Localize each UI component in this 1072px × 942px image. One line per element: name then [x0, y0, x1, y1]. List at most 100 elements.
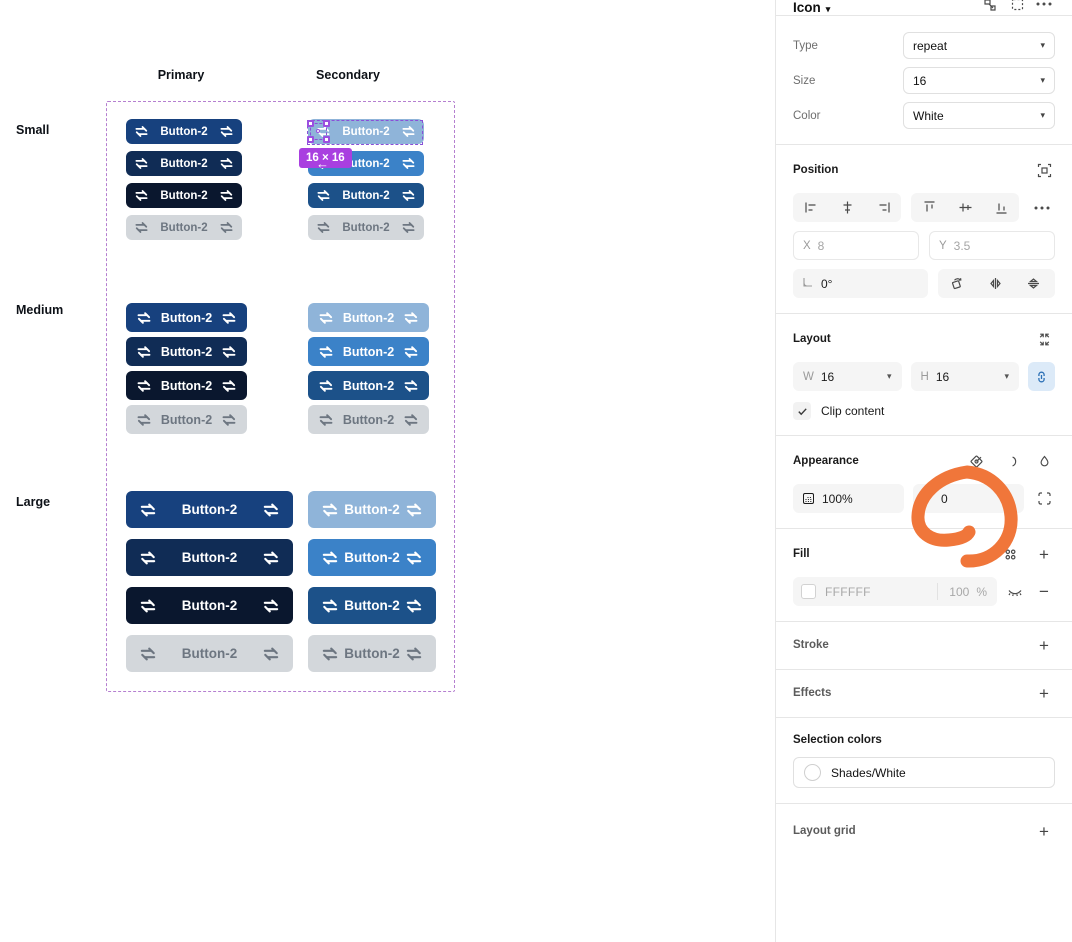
button-variant[interactable]: Button-2 — [126, 183, 242, 208]
vertical-align-group[interactable] — [911, 193, 1019, 222]
button-variant[interactable]: Button-2 — [308, 405, 429, 434]
icon-type-value: repeat — [913, 38, 948, 53]
selection-color-swatch[interactable] — [804, 764, 821, 781]
repeat-icon — [401, 188, 416, 203]
absolute-position-icon[interactable] — [1033, 159, 1055, 181]
fill-swatch[interactable] — [801, 584, 816, 599]
selection-handle-tl[interactable] — [307, 120, 314, 127]
button-variant[interactable]: Button-2 — [308, 491, 436, 528]
blend-mode-icon[interactable] — [965, 450, 987, 472]
repeat-icon — [136, 378, 152, 394]
button-variant[interactable]: Button-2 — [126, 151, 242, 176]
align-left-icon[interactable] — [793, 193, 829, 222]
icon-size-row: Size 16 ▾ — [793, 67, 1055, 94]
clip-content-checkbox[interactable] — [793, 402, 811, 420]
repeat-icon — [318, 310, 334, 326]
repeat-icon — [403, 310, 419, 326]
button-label: Button-2 — [342, 125, 390, 138]
add-fill-button[interactable]: + — [1033, 543, 1055, 565]
repeat-icon — [221, 412, 237, 428]
add-effect-button[interactable]: + — [1033, 682, 1055, 704]
button-variant[interactable]: Button-2 — [308, 635, 436, 672]
panel-title-group[interactable]: Icon ▾ — [793, 0, 830, 15]
fill-entry-row: FFFFFF 100 % − — [793, 577, 1055, 606]
button-variant[interactable]: Button-2 — [308, 371, 429, 400]
y-position-input[interactable]: Y 3.5 — [929, 231, 1055, 260]
align-bottom-icon[interactable] — [983, 193, 1019, 222]
add-layout-grid-button[interactable]: + — [1033, 820, 1055, 842]
dotted-frame-icon[interactable] — [1006, 0, 1028, 15]
selection-handle-tr[interactable] — [323, 120, 330, 127]
drop-shadow-icon[interactable] — [1033, 450, 1055, 472]
selection-handle-bl[interactable] — [307, 136, 314, 143]
button-variant[interactable]: Button-2 — [126, 371, 247, 400]
selection-color-item[interactable]: Shades/White — [793, 757, 1055, 788]
width-input[interactable]: W 16 ▾ — [793, 362, 902, 391]
eye-off-icon[interactable] — [1004, 581, 1026, 603]
button-variant[interactable]: Button-2 — [126, 337, 247, 366]
button-label: Button-2 — [342, 221, 390, 234]
transform-group[interactable] — [938, 269, 1055, 298]
align-horizontal-center-icon[interactable] — [829, 193, 865, 222]
icon-color-row: Color White ▾ — [793, 102, 1055, 129]
icon-color-select[interactable]: White ▾ — [903, 102, 1055, 129]
button-label: Button-2 — [344, 598, 400, 613]
design-canvas[interactable]: Primary Secondary Small Medium Large But… — [0, 0, 775, 942]
button-label: Button-2 — [160, 412, 213, 427]
button-variant[interactable]: Button-2 — [308, 539, 436, 576]
repeat-icon — [262, 597, 280, 615]
button-variant[interactable]: Button-2 — [126, 119, 242, 144]
align-top-icon[interactable] — [911, 193, 947, 222]
rotate-icon[interactable] — [938, 269, 976, 298]
stroke-section: Stroke + — [776, 622, 1072, 670]
remove-fill-button[interactable]: − — [1033, 581, 1055, 603]
selection-handle-br[interactable] — [323, 136, 330, 143]
height-input[interactable]: H 16 ▾ — [910, 362, 1019, 391]
rotation-input[interactable]: 0° — [793, 269, 928, 298]
repeat-icon — [219, 188, 234, 203]
icon-size-select[interactable]: 16 ▾ — [903, 67, 1055, 94]
clip-content-row[interactable]: Clip content — [793, 402, 1055, 420]
button-variant[interactable]: Button-2 — [126, 635, 293, 672]
more-options-icon[interactable] — [1033, 0, 1055, 15]
button-variant[interactable]: Button-2 — [126, 215, 242, 240]
flip-horizontal-icon[interactable] — [976, 269, 1014, 298]
position-more-icon[interactable] — [1029, 197, 1055, 219]
styles-grid-icon[interactable] — [999, 543, 1021, 565]
button-variant[interactable]: Button-2 — [308, 303, 429, 332]
flip-vertical-icon[interactable] — [1014, 269, 1052, 298]
align-vertical-center-icon[interactable] — [947, 193, 983, 222]
repeat-icon — [321, 645, 339, 663]
icon-type-select[interactable]: repeat ▾ — [903, 32, 1055, 59]
component-instance-icon[interactable] — [979, 0, 1001, 15]
horizontal-align-group[interactable] — [793, 193, 901, 222]
collapse-to-fit-icon[interactable] — [1033, 328, 1055, 350]
chevron-down-icon[interactable]: ▾ — [1004, 371, 1019, 382]
button-variant[interactable]: Button-2 — [308, 215, 424, 240]
opacity-input[interactable]: 100% — [793, 484, 904, 513]
button-variant[interactable]: Button-2 — [308, 337, 429, 366]
repeat-icon — [219, 156, 234, 171]
chevron-down-icon[interactable]: ▾ — [826, 4, 831, 15]
button-variant[interactable]: Button-2 — [308, 587, 436, 624]
button-variant[interactable]: Button-2 — [126, 539, 293, 576]
add-stroke-button[interactable]: + — [1033, 634, 1055, 656]
chevron-down-icon[interactable]: ▾ — [887, 371, 902, 382]
button-variant[interactable]: Button-2 — [126, 587, 293, 624]
fill-color-input[interactable]: FFFFFF 100 % — [793, 577, 997, 606]
icon-size-label: Size — [793, 74, 816, 87]
x-position-input[interactable]: X 8 — [793, 231, 919, 260]
repeat-icon — [221, 378, 237, 394]
repeat-icon — [405, 549, 423, 567]
button-variant[interactable]: Button-2 — [126, 303, 247, 332]
align-right-icon[interactable] — [865, 193, 901, 222]
button-variant[interactable]: Button-2 — [126, 491, 293, 528]
contrast-icon[interactable] — [999, 450, 1021, 472]
link-constraint-icon[interactable] — [1028, 362, 1055, 391]
corner-radius-input[interactable]: 0 — [913, 484, 1024, 513]
independent-corners-icon[interactable] — [1033, 488, 1055, 510]
button-variant[interactable]: Button-2 — [126, 405, 247, 434]
properties-panel[interactable]: Icon ▾ Type repeat ▾ Size 16 ▾ Color Whi… — [775, 0, 1072, 942]
button-variant[interactable]: Button-2 — [308, 183, 424, 208]
button-label: Button-2 — [160, 189, 208, 202]
